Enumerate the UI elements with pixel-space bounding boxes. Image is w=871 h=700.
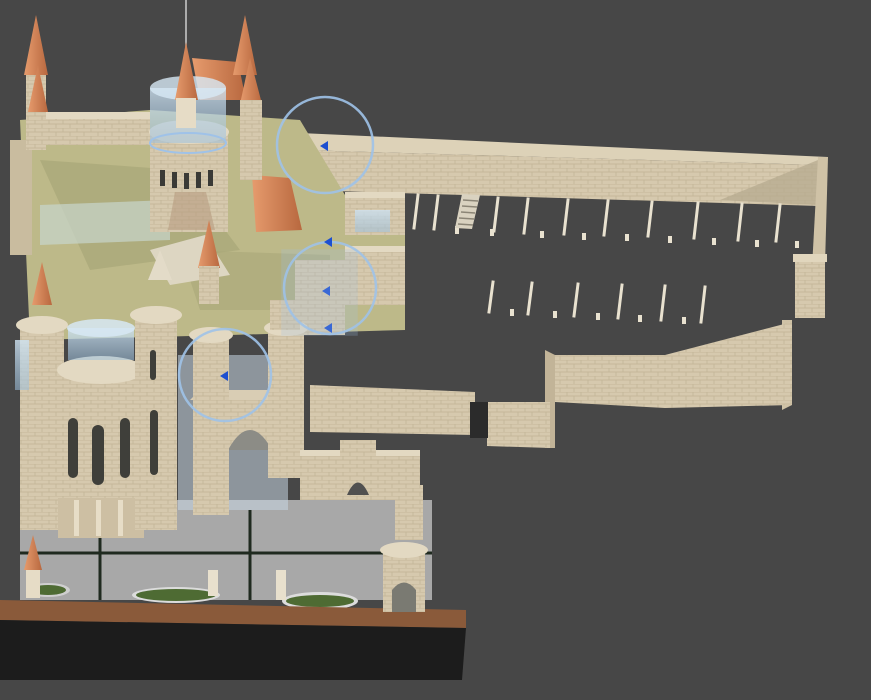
east-corner-tower xyxy=(795,258,825,318)
spire-northeast xyxy=(233,15,257,75)
front-tower-right-2 xyxy=(268,328,304,478)
south-wall-gate-segment xyxy=(487,402,550,448)
drum-arched-windows xyxy=(68,418,130,485)
front-tower-mid-crown xyxy=(130,306,182,324)
east-corner-tower-cap xyxy=(793,254,827,262)
south-wall-east-segment xyxy=(665,322,792,408)
selected-object-bounds xyxy=(281,249,358,336)
corner-tower-crown xyxy=(380,542,428,558)
plaza-pillar-1 xyxy=(208,570,218,596)
front-tower-right-1 xyxy=(193,335,229,515)
glass-stair-box xyxy=(355,210,390,232)
plaza-pillar-2 xyxy=(276,570,286,600)
west-wall xyxy=(10,140,32,255)
turret-southwest xyxy=(26,570,40,598)
road-slab xyxy=(0,620,466,680)
rear-wall-east-crenels xyxy=(345,192,405,198)
parking-gate-opening xyxy=(470,402,488,438)
small-tower xyxy=(395,485,423,540)
south-wall-west-segment xyxy=(310,385,475,435)
parking-wheel-stops-row-2 xyxy=(510,309,686,324)
front-tower-left-crown xyxy=(16,316,68,334)
central-drum-crown xyxy=(57,356,145,384)
hedge-center xyxy=(136,589,216,601)
central-drum-glass-top xyxy=(67,319,135,337)
south-wall-mid-segment xyxy=(555,355,665,408)
hedge-right xyxy=(286,595,354,607)
castle-model-scene[interactable] xyxy=(0,0,871,700)
central-keep[interactable] xyxy=(149,0,229,232)
rear-wall-west-crenels xyxy=(40,112,150,119)
parking-wheel-stops-row-1 xyxy=(455,226,799,248)
side-glass-panel xyxy=(15,340,29,390)
spire-northwest xyxy=(24,15,48,75)
keep-spire-base xyxy=(176,98,196,128)
turret-northeast xyxy=(240,100,262,180)
turret-center xyxy=(199,266,219,304)
corner-tower-opening xyxy=(392,582,416,612)
rear-wall-west xyxy=(40,117,150,145)
3d-viewport[interactable] xyxy=(0,0,871,700)
